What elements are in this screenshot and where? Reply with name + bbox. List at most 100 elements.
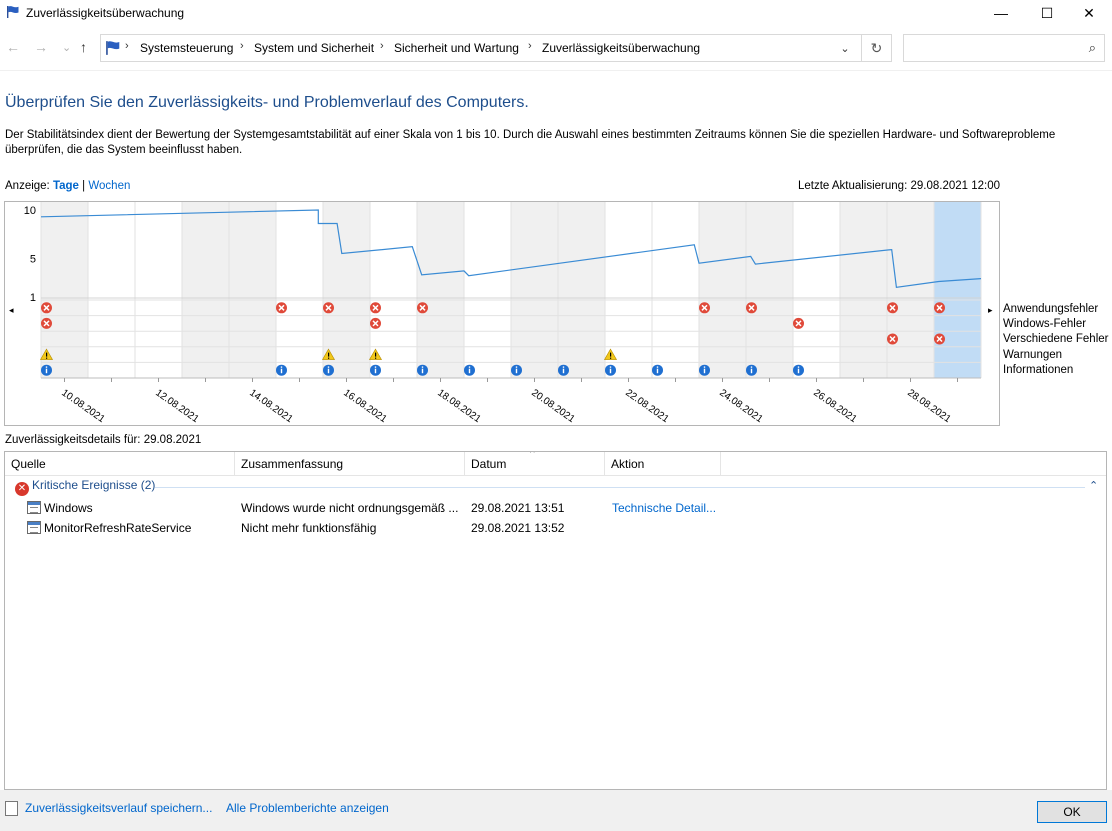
- page-description: Der Stabilitätsindex dient der Bewertung…: [5, 129, 1056, 156]
- column-header-source[interactable]: Quelle: [5, 452, 235, 476]
- search-input[interactable]: ⌕: [903, 34, 1105, 62]
- group-critical-events[interactable]: ✕ Kritische Ereignisse (2): [15, 478, 155, 496]
- chart-scroll-right-button[interactable]: ▸: [988, 305, 993, 316]
- details-for-label: Zuverlässigkeitsdetails für: 29.08.2021: [5, 434, 202, 446]
- window-title: Zuverlässigkeitsüberwachung: [26, 6, 185, 20]
- flag-icon: [7, 6, 19, 18]
- search-icon: ⌕: [1088, 40, 1096, 55]
- breadcrumb-separator[interactable]: ›: [380, 40, 384, 52]
- chart-column-bg: [417, 202, 464, 378]
- view-days-link[interactable]: Tage: [53, 180, 79, 192]
- warning-icon-dot: [375, 357, 377, 359]
- column-header-action[interactable]: Aktion: [605, 452, 721, 476]
- collapse-group-icon[interactable]: ⌃: [1089, 479, 1098, 492]
- table-header: Quelle Zusammenfassung Datum Aktion ^: [5, 452, 1106, 476]
- row-label-windows-errors: Windows-Fehler: [1003, 318, 1087, 331]
- info-icon-dot: [45, 366, 48, 368]
- x-date-label: 16.08.2021: [341, 387, 389, 425]
- info-icon-mark: [562, 368, 565, 374]
- table-row[interactable]: MonitorRefreshRateService Nicht mehr fun…: [5, 518, 1106, 538]
- info-icon-dot: [327, 366, 330, 368]
- info-icon-dot: [703, 366, 706, 368]
- warning-icon-dot: [328, 357, 330, 359]
- application-icon: [27, 501, 41, 514]
- title-bar: Zuverlässigkeitsüberwachung — ☐ ✕: [0, 0, 1112, 26]
- footer-bar: Zuverlässigkeitsverlauf speichern... All…: [0, 790, 1112, 831]
- warning-icon-dot: [46, 357, 48, 359]
- row-label-warnings: Warnungen: [1003, 348, 1063, 361]
- chart-column-bg: [746, 202, 793, 378]
- maximize-button[interactable]: ☐: [1024, 0, 1070, 26]
- chart-column-bg: [887, 202, 934, 378]
- breadcrumb-zuverlaessigkeitsueberwachung[interactable]: Zuverlässigkeitsüberwachung: [542, 41, 700, 55]
- chart-column-bg: [699, 202, 746, 378]
- info-icon-dot: [515, 366, 518, 368]
- info-icon-mark: [374, 368, 377, 374]
- breadcrumb-system-und-sicherheit[interactable]: System und Sicherheit: [254, 41, 374, 55]
- y-tick-label: 5: [30, 253, 36, 265]
- refresh-button[interactable]: ↻: [861, 35, 891, 61]
- chart-scroll-left-button[interactable]: ◂: [9, 305, 14, 316]
- address-bar[interactable]: › Systemsteuerung › System und Sicherhei…: [100, 34, 892, 62]
- info-icon-dot: [280, 366, 283, 368]
- row-date: 29.08.2021 13:51: [471, 501, 565, 515]
- info-icon-mark: [515, 368, 518, 374]
- info-icon-dot: [421, 366, 424, 368]
- group-label: Kritische Ereignisse (2): [32, 478, 156, 492]
- y-tick-label: 10: [24, 205, 36, 217]
- column-header-date[interactable]: Datum: [465, 452, 605, 476]
- address-row: ← → ⌄ ↑ › Systemsteuerung › System und S…: [0, 34, 1112, 62]
- column-header-summary[interactable]: Zusammenfassung: [235, 452, 465, 476]
- chart-column-bg: [511, 202, 558, 378]
- minimize-button[interactable]: —: [978, 0, 1024, 26]
- row-summary: Nicht mehr funktionsfähig: [241, 521, 377, 535]
- x-date-label: 12.08.2021: [153, 387, 201, 425]
- divider: [0, 70, 1112, 71]
- save-history-link[interactable]: Zuverlässigkeitsverlauf speichern...: [25, 801, 212, 815]
- up-button[interactable]: ↑: [80, 39, 87, 55]
- group-divider: [155, 487, 1085, 488]
- row-date: 29.08.2021 13:52: [471, 521, 565, 535]
- forward-button[interactable]: →: [34, 39, 48, 55]
- technical-details-link[interactable]: Technische Detail...: [612, 501, 716, 515]
- info-icon-mark: [280, 368, 283, 374]
- sort-indicator-icon: ^: [530, 451, 535, 459]
- chart-column-bg: [558, 202, 605, 378]
- ok-button[interactable]: OK: [1037, 801, 1107, 823]
- x-date-label: 28.08.2021: [905, 387, 953, 425]
- chart-column-bg: [182, 202, 229, 378]
- chart-column-bg: [229, 202, 276, 378]
- view-weeks-link[interactable]: Wochen: [88, 180, 130, 192]
- view-switch: Anzeige: Tage | Wochen: [5, 180, 130, 192]
- info-icon-dot: [656, 366, 659, 368]
- close-button[interactable]: ✕: [1066, 0, 1112, 26]
- recent-locations-button[interactable]: ⌄: [62, 41, 71, 54]
- breadcrumb-systemsteuerung[interactable]: Systemsteuerung: [140, 41, 233, 55]
- row-source: Windows: [44, 501, 93, 515]
- warning-icon-mark: [46, 352, 48, 357]
- warning-icon-mark: [375, 352, 377, 357]
- all-problem-reports-link[interactable]: Alle Problemberichte anzeigen: [226, 801, 389, 815]
- back-button[interactable]: ←: [6, 39, 20, 55]
- reliability-chart[interactable]: 10 5 1 10.08.2021 12.08.2021 14.08.2021 16.08.…: [4, 201, 1000, 426]
- x-date-label: 14.08.2021: [247, 387, 295, 425]
- address-dropdown-button[interactable]: ⌄: [835, 39, 855, 59]
- event-row-labels: Anwendungsfehler Windows-Fehler Verschie…: [1003, 302, 1108, 378]
- last-update: Letzte Aktualisierung: 29.08.2021 12:00: [797, 180, 1000, 192]
- info-icon-mark: [327, 368, 330, 374]
- breadcrumb-separator[interactable]: ›: [240, 40, 244, 52]
- reliability-chart-svg[interactable]: 10 5 1 10.08.2021 12.08.2021 14.08.2021 16.08.…: [5, 202, 1000, 426]
- breadcrumb-sicherheit-und-wartung[interactable]: Sicherheit und Wartung: [394, 41, 519, 55]
- info-icon-mark: [797, 368, 800, 374]
- info-icon-mark: [45, 368, 48, 374]
- x-date-label: 18.08.2021: [435, 387, 483, 425]
- page-title: Überprüfen Sie den Zuverlässigkeits- und…: [5, 94, 529, 111]
- info-icon-mark: [421, 368, 424, 374]
- breadcrumb-separator[interactable]: ›: [125, 40, 129, 52]
- table-row[interactable]: Windows Windows wurde nicht ordnungsgemä…: [5, 498, 1106, 518]
- info-icon-dot: [562, 366, 565, 368]
- x-date-label: 22.08.2021: [623, 387, 671, 425]
- critical-error-icon: ✕: [15, 482, 29, 496]
- breadcrumb-separator[interactable]: ›: [528, 40, 532, 52]
- info-icon-mark: [468, 368, 471, 374]
